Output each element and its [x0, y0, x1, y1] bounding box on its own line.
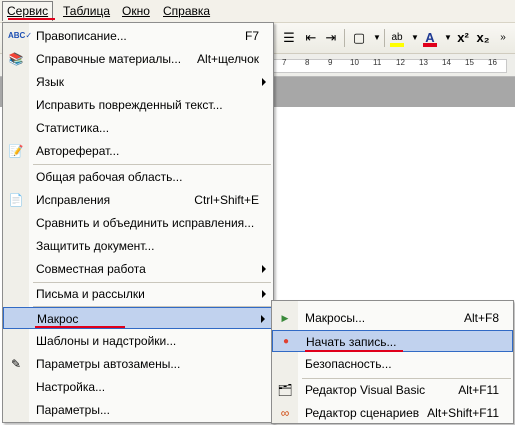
menu-item-compare-merge[interactable]: Сравнить и объединить исправления... [3, 212, 273, 234]
record-icon: ● [282, 336, 290, 347]
menu-item-protect-document[interactable]: Защитить документ... [3, 235, 273, 257]
submenu-arrow-icon [262, 265, 266, 273]
autosummary-icon: 📝 [8, 144, 24, 158]
menu-item-shared-workspace[interactable]: Общая рабочая область... [3, 166, 273, 188]
ruler-tick: 9 [328, 58, 333, 67]
menu-item-options[interactable]: Параметры... [3, 399, 273, 421]
menu-item-mailings[interactable]: Письма и рассылки [3, 283, 273, 305]
subscript-icon[interactable]: x₂ [474, 29, 492, 47]
submenu-item-record[interactable]: ● Начать запись... [272, 330, 513, 352]
menu-bar: Сервис Таблица Окно Справка [0, 0, 515, 23]
toolbar-options-icon[interactable]: » [494, 29, 512, 47]
ruler-tick: 14 [442, 58, 451, 67]
ruler-tick: 7 [282, 58, 287, 67]
submenu-item-script-editor[interactable]: ∞ Редактор сценариев Alt+Shift+F11 [272, 402, 513, 424]
play-icon: ▶ [281, 313, 289, 323]
menu-item-autosummary[interactable]: 📝 Автореферат... [3, 140, 273, 162]
vb-editor-icon: 🗂 [277, 383, 293, 397]
research-icon: 📚 [8, 52, 24, 66]
macro-submenu: ▶ Макросы... Alt+F8 ● Начать запись... Б… [271, 300, 514, 424]
font-color-icon[interactable]: A [421, 29, 439, 47]
script-editor-icon: ∞ [280, 406, 290, 420]
menu-item-research[interactable]: 📚 Справочные материалы... Alt+щелчок [3, 48, 273, 70]
ruler-tick: 16 [488, 58, 497, 67]
indent-icon[interactable]: ⇤ [302, 29, 320, 47]
annotation-underline [305, 350, 403, 352]
submenu-arrow-icon [262, 78, 266, 86]
highlight-icon[interactable]: ab [388, 29, 406, 47]
ruler-tick: 11 [373, 58, 382, 67]
submenu-item-macros[interactable]: ▶ Макросы... Alt+F8 [272, 307, 513, 329]
autocorrect-icon: ✎ [10, 357, 22, 371]
spelling-icon: ABC✓ [8, 31, 33, 40]
menu-table[interactable]: Таблица [63, 4, 110, 18]
ruler-tick: 10 [350, 58, 359, 67]
menu-item-fix-text[interactable]: Исправить поврежденный текст... [3, 94, 273, 116]
superscript-icon[interactable]: x² [454, 29, 472, 47]
indent-increase-icon[interactable]: ⇥ [322, 29, 340, 47]
submenu-arrow-icon [261, 315, 265, 323]
ruler-tick: 15 [465, 58, 474, 67]
ruler-tick: 12 [396, 58, 405, 67]
annotation-underline [8, 18, 55, 20]
ruler-tick: 8 [305, 58, 310, 67]
menu-item-customize[interactable]: Настройка... [3, 376, 273, 398]
submenu-item-vb-editor[interactable]: 🗂 Редактор Visual Basic Alt+F11 [272, 379, 513, 401]
track-changes-icon: 📄 [8, 193, 24, 207]
menu-item-templates[interactable]: Шаблоны и надстройки... [3, 330, 273, 352]
menu-item-statistics[interactable]: Статистика... [3, 117, 273, 139]
service-menu: ABC✓ Правописание... F7 📚 Справочные мат… [2, 22, 274, 423]
menu-window[interactable]: Окно [122, 4, 150, 18]
annotation-underline [35, 326, 125, 328]
menu-help[interactable]: Справка [163, 4, 210, 18]
menu-item-track-changes[interactable]: 📄 Исправления Ctrl+Shift+E [3, 189, 273, 211]
ruler-tick: 13 [419, 58, 428, 67]
menu-item-language[interactable]: Язык [3, 71, 273, 93]
submenu-arrow-icon [262, 290, 266, 298]
menu-item-collaboration[interactable]: Совместная работа [3, 258, 273, 280]
menu-item-autocorrect[interactable]: ✎ Параметры автозамены... [3, 353, 273, 375]
submenu-item-security[interactable]: Безопасность... [272, 353, 513, 375]
border-icon[interactable]: ▢ [350, 29, 368, 47]
bullet-list-icon[interactable]: ☰ [280, 29, 298, 47]
menu-item-spelling[interactable]: ABC✓ Правописание... F7 [3, 25, 273, 47]
